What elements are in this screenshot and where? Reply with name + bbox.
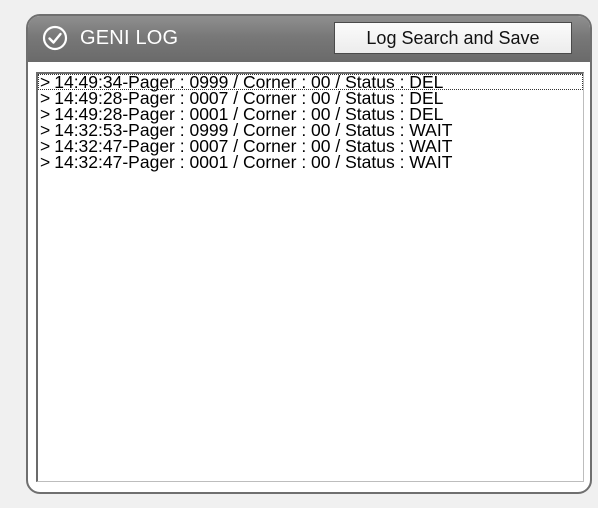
check-circle-icon [42, 25, 68, 51]
log-entry[interactable]: >14:32:47-Pager : 0001 / Corner : 00 / S… [38, 152, 583, 172]
geni-log-panel: GENI LOG Log Search and Save >14:49:34-P… [26, 14, 592, 494]
log-list-box[interactable]: >14:49:34-Pager : 0999 / Corner : 00 / S… [36, 72, 584, 482]
log-entry-text: 14:32:47-Pager : 0001 / Corner : 00 / St… [54, 152, 453, 172]
log-entry-arrow: > [40, 152, 51, 172]
log-search-save-button[interactable]: Log Search and Save [334, 22, 572, 54]
panel-title: GENI LOG [80, 27, 179, 49]
panel-header: GENI LOG Log Search and Save [28, 16, 590, 62]
log-list[interactable]: >14:49:34-Pager : 0999 / Corner : 00 / S… [38, 74, 583, 172]
